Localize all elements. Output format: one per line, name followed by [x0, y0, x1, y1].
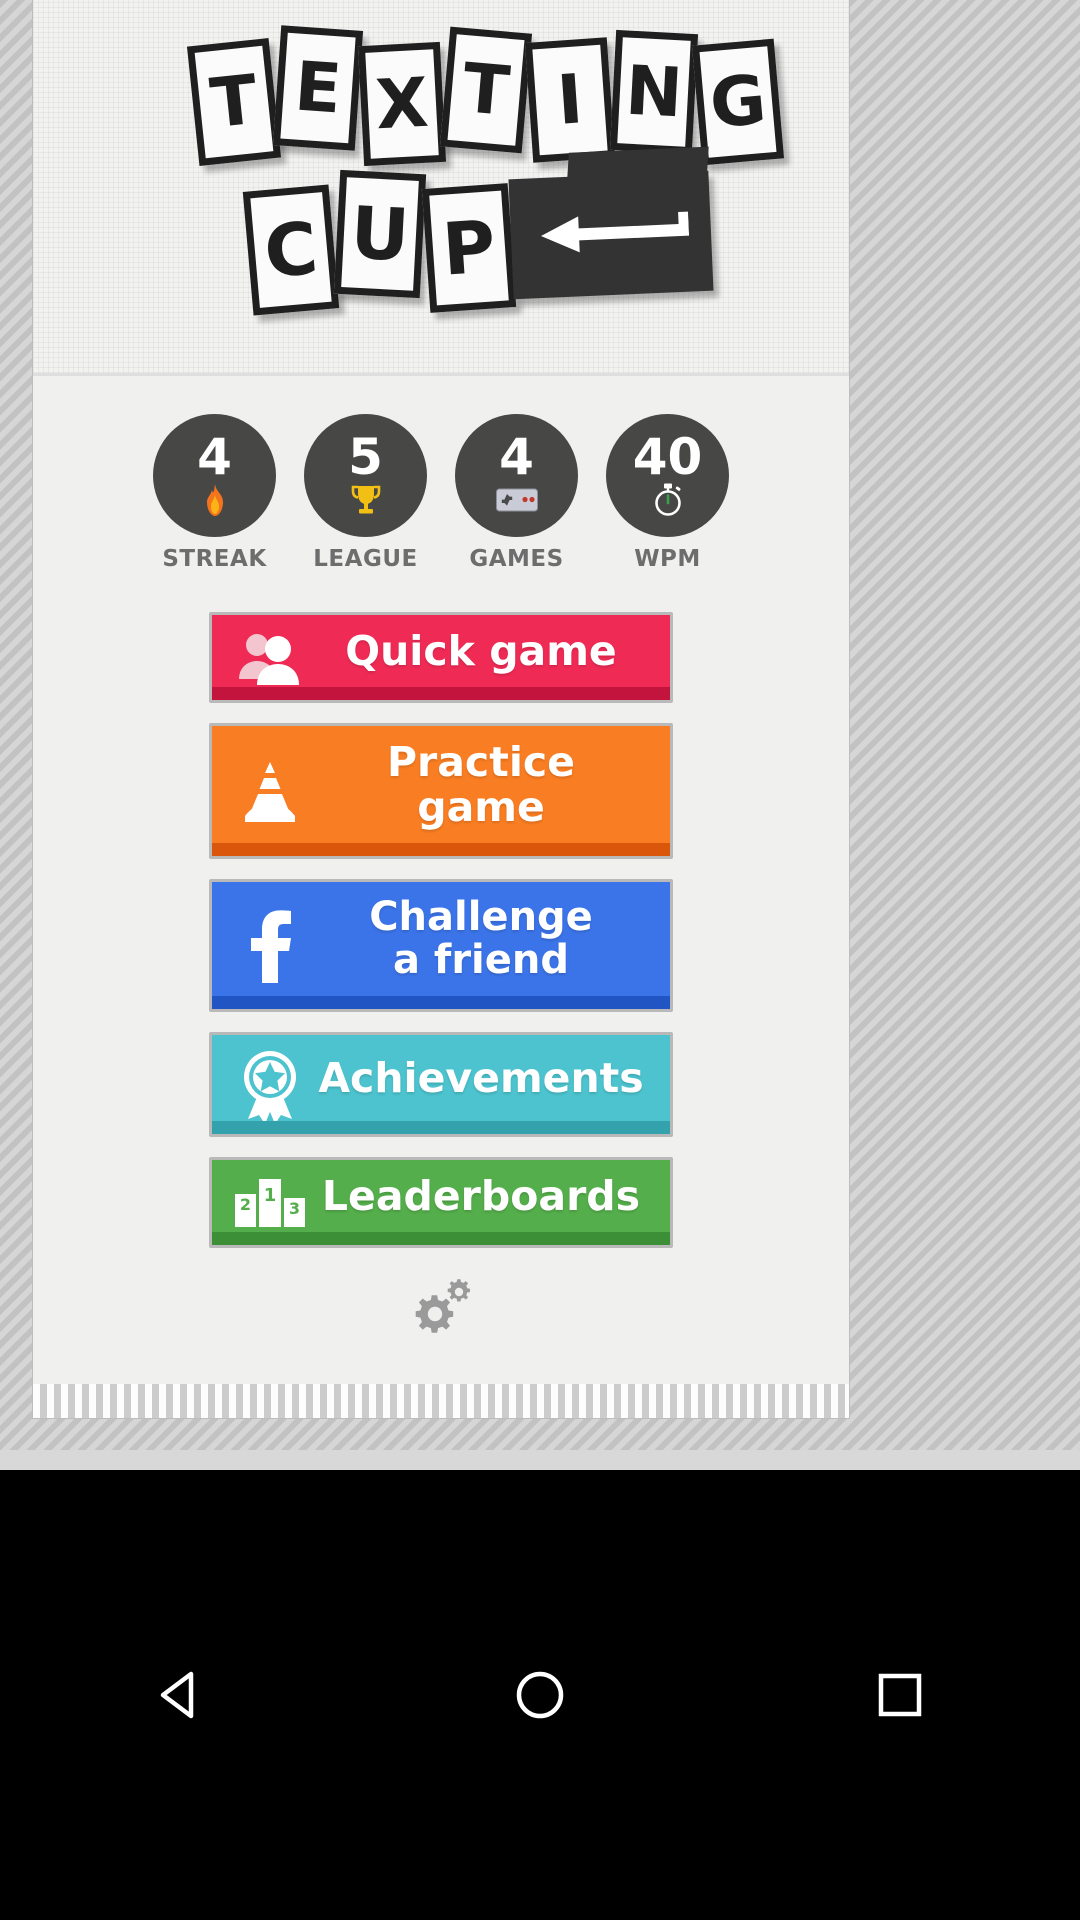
leaderboards-button[interactable]: 2 1 3 Leaderboards: [209, 1157, 673, 1249]
logo-word-cup: CUP: [242, 169, 517, 316]
stat-wpm-circle: 40: [606, 414, 729, 537]
stats-row: 4 STREAK 5 LEAGUE 4 GAMES 40 WPM: [33, 376, 849, 572]
svg-text:1: 1: [264, 1185, 277, 1206]
stat-games-circle: 4: [455, 414, 578, 537]
logo-header: TEXTING CUP: [33, 0, 849, 376]
gear-icon: [415, 1279, 470, 1334]
achievements-label: Achievements: [318, 1054, 644, 1103]
svg-text:3: 3: [289, 1199, 300, 1218]
logo-tile-e-1: E: [272, 25, 364, 151]
stat-wpm-value: 40: [632, 427, 703, 486]
back-triangle-icon: [160, 1671, 194, 1719]
logo-word-texting: TEXTING: [186, 25, 785, 167]
stat-league-value: 5: [348, 427, 383, 486]
logo-tile-c-0: C: [242, 184, 340, 316]
stat-league-circle: 5: [304, 414, 427, 537]
stat-league-label: LEAGUE: [313, 546, 418, 572]
home-button[interactable]: [480, 1635, 600, 1755]
stat-streak-circle: 4: [153, 414, 276, 537]
stat-league[interactable]: 5 LEAGUE: [304, 414, 427, 572]
quick-game-button[interactable]: Quick game: [209, 612, 673, 704]
settings-row: [33, 1278, 849, 1355]
podium-icon: 2 1 3: [222, 1177, 318, 1229]
stopwatch-icon: [652, 483, 684, 517]
traffic-cone-icon: [222, 760, 318, 824]
stat-wpm[interactable]: 40 WPM: [606, 414, 729, 572]
flame-icon: [200, 483, 230, 517]
android-navbar: [0, 1470, 1080, 1920]
recents-button[interactable]: [840, 1635, 960, 1755]
stat-streak-label: STREAK: [162, 546, 267, 572]
achievements-button[interactable]: Achievements: [209, 1032, 673, 1138]
leaderboards-label: Leaderboards: [321, 1172, 641, 1221]
practice-game-button[interactable]: Practice game: [209, 723, 673, 859]
logo-tile-t-0: T: [186, 38, 282, 166]
main-menu: Quick game Practice game Challenge a fri…: [33, 612, 849, 1249]
svg-text:2: 2: [240, 1195, 251, 1214]
settings-button[interactable]: [398, 1278, 484, 1355]
logo-tile-n-5: N: [609, 29, 699, 155]
quick-game-label: Quick game: [345, 627, 617, 675]
enter-key-icon: [508, 170, 714, 300]
practice-game-label: Practice game: [386, 738, 575, 831]
challenge-friend-label: Challenge a friend: [369, 893, 593, 983]
logo-tile-x-2: X: [357, 41, 447, 167]
people-icon: [222, 630, 318, 686]
stat-games-value: 4: [499, 427, 534, 486]
app-window: TEXTING CUP 4 STREAK 5 LEAGUE 4 GAMES 40…: [33, 0, 849, 1418]
enter-arrow-icon: [540, 211, 690, 253]
stat-wpm-label: WPM: [634, 546, 701, 572]
bottom-dotted-strip: [33, 1384, 849, 1418]
stat-games[interactable]: 4 GAMES: [455, 414, 578, 572]
stat-streak-value: 4: [197, 427, 232, 486]
back-button[interactable]: [120, 1635, 240, 1755]
award-ribbon-icon: [222, 1049, 318, 1122]
logo-tile-p-2: P: [421, 183, 517, 313]
stat-streak[interactable]: 4 STREAK: [153, 414, 276, 572]
stat-games-label: GAMES: [469, 546, 564, 572]
trophy-icon: [349, 483, 383, 517]
recents-square-icon: [878, 1673, 922, 1717]
logo-tile-t-3: T: [439, 26, 533, 154]
facebook-icon: [222, 909, 318, 983]
logo-tile-i-4: I: [524, 37, 616, 163]
home-circle-icon: [516, 1671, 564, 1719]
gamepad-icon: [495, 483, 538, 517]
challenge-friend-button[interactable]: Challenge a friend: [209, 878, 673, 1013]
logo-tile-u-1: U: [333, 169, 427, 299]
